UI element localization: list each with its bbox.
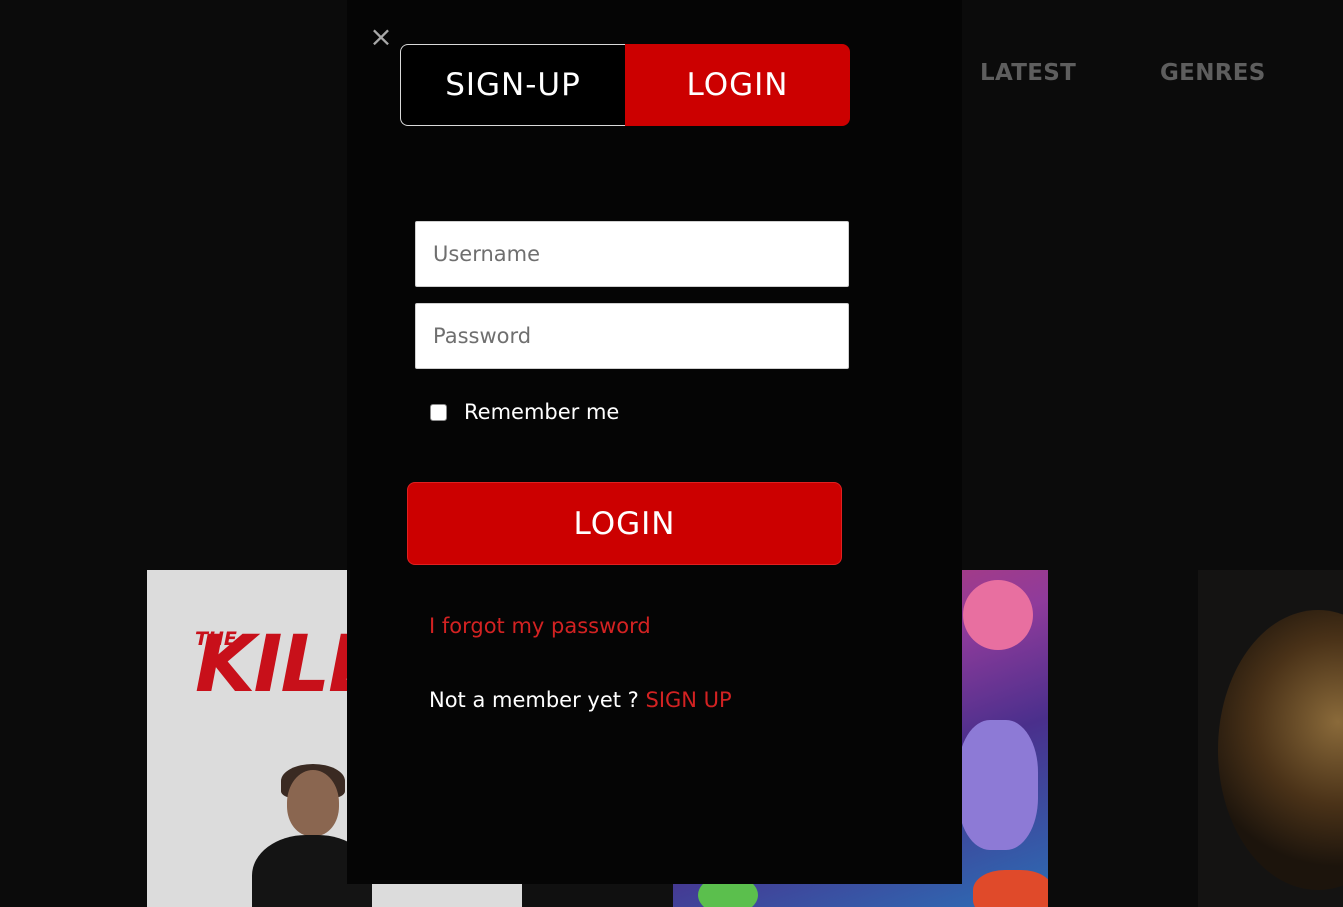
login-modal: × SIGN-UP LOGIN Remember me LOGIN I forg… [347,0,962,884]
nav-item-latest[interactable]: LATEST [980,60,1076,86]
forgot-password-link[interactable]: I forgot my password [429,614,651,638]
password-input[interactable] [415,303,849,369]
username-input[interactable] [415,221,849,287]
signup-prompt-text: Not a member yet ? [429,688,646,712]
auth-tabs: SIGN-UP LOGIN [400,44,850,126]
remember-me-row: Remember me [430,400,619,424]
poster-artwork [1218,610,1343,890]
signup-prompt: Not a member yet ? SIGN UP [429,688,732,712]
tab-login[interactable]: LOGIN [625,44,850,126]
poster-character-red [973,870,1048,907]
tab-sign-up[interactable]: SIGN-UP [400,44,625,126]
movie-poster-dark[interactable] [1198,570,1343,907]
remember-me-checkbox[interactable] [430,403,447,421]
poster-character-pink [963,580,1033,650]
signup-link[interactable]: SIGN UP [645,688,731,712]
login-button[interactable]: LOGIN [407,482,842,565]
poster-character-purple [958,720,1038,850]
nav-item-genres[interactable]: GENRES [1160,60,1266,86]
poster-figure-head [287,770,339,836]
remember-me-label: Remember me [464,400,620,424]
close-icon[interactable]: × [369,23,393,51]
